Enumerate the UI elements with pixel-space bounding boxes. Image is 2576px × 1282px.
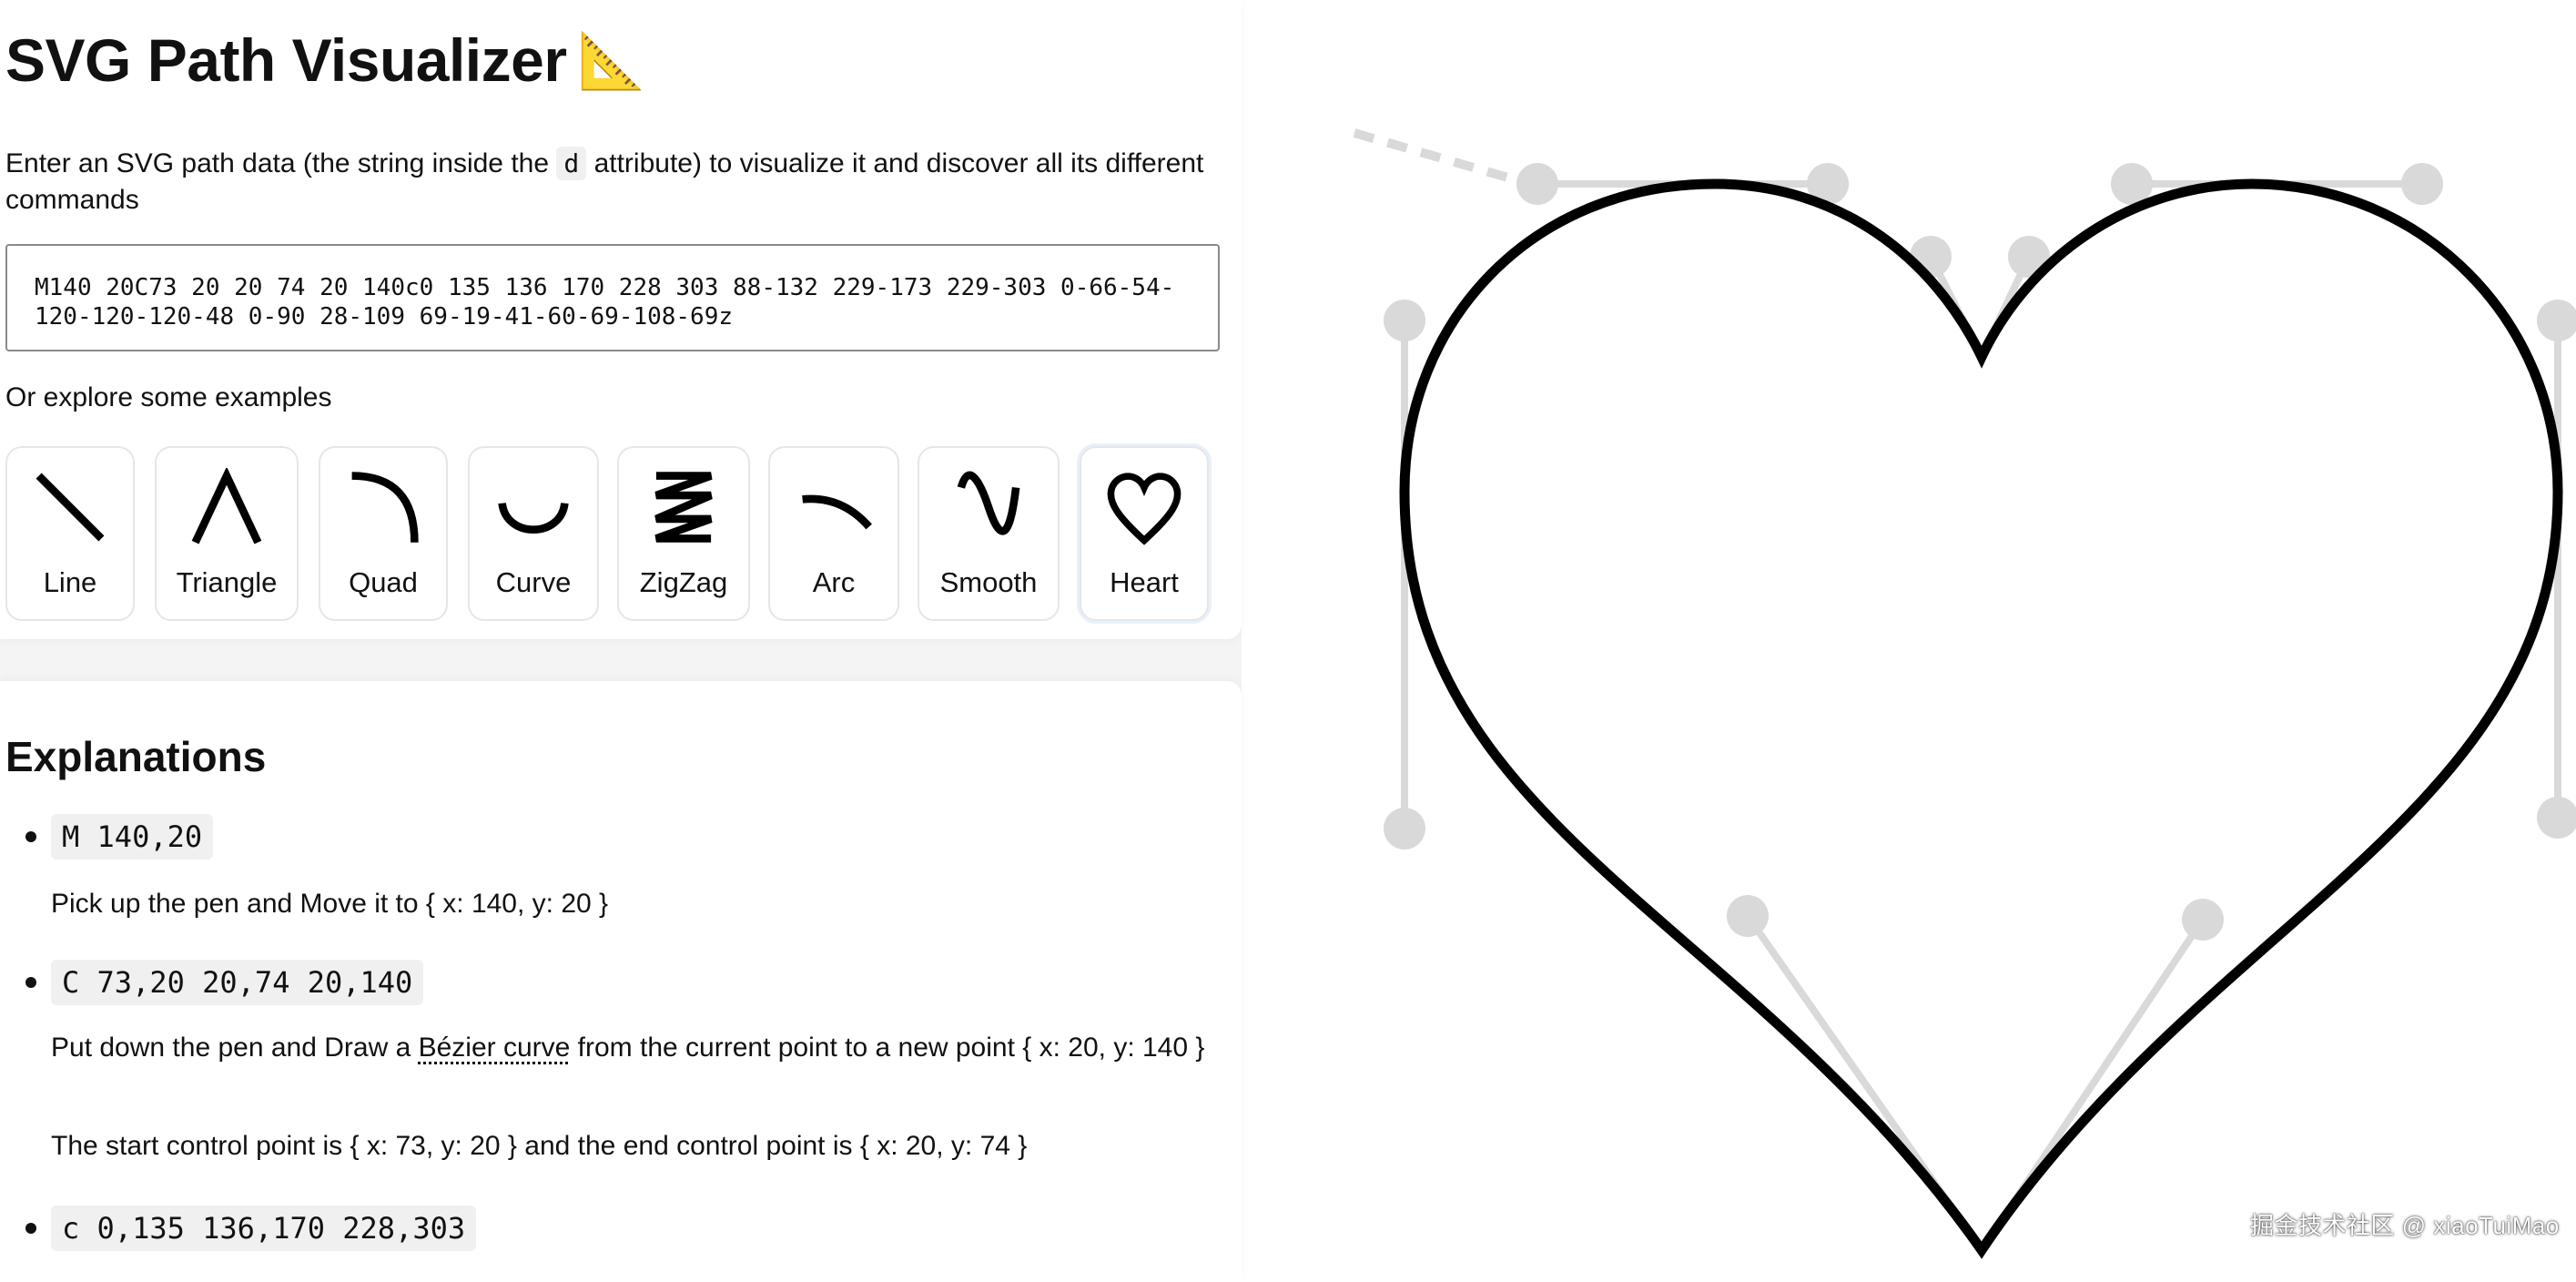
example-label: ZigZag bbox=[639, 566, 728, 598]
triangle-ruler-icon: 📐 bbox=[577, 29, 646, 91]
explanations-card: Explanations M 140,20 Pick up the pen an… bbox=[0, 681, 1242, 1282]
control-point bbox=[2182, 899, 2224, 941]
desc-before: Put down the pen and Draw a bbox=[51, 1033, 419, 1063]
example-label: Arc bbox=[812, 566, 856, 598]
control-point bbox=[2401, 163, 2443, 205]
command-description: Put down the pen and Draw a Bézier curve… bbox=[51, 1031, 1216, 1065]
quad-icon bbox=[351, 472, 419, 543]
zigzag-icon bbox=[654, 472, 713, 543]
control-point bbox=[1727, 895, 1769, 937]
example-smooth-button[interactable]: Smooth bbox=[918, 446, 1060, 621]
watermark-text: 掘金技术社区 @ xiaoTuiMao bbox=[2250, 1212, 2560, 1239]
intro-code: d bbox=[556, 147, 587, 180]
left-panel: SVG Path Visualizer 📐 Enter an SVG path … bbox=[0, 0, 1242, 1282]
list-item: c 0,135 136,170 228,303 bbox=[0, 1206, 477, 1251]
control-point bbox=[2537, 797, 2576, 839]
path-visualization bbox=[1353, 128, 2576, 1259]
bullet-icon bbox=[25, 831, 36, 842]
example-heart-button[interactable]: Heart bbox=[1080, 446, 1209, 621]
example-zigzag-button[interactable]: ZigZag bbox=[617, 446, 750, 621]
command-code: C 73,20 20,74 20,140 bbox=[51, 960, 424, 1005]
heart-icon bbox=[1107, 473, 1182, 545]
example-curve-button[interactable]: Curve bbox=[468, 446, 599, 621]
examples-label: Or explore some examples bbox=[5, 382, 332, 412]
control-lines bbox=[1401, 180, 2561, 1253]
triangle-icon bbox=[191, 468, 262, 544]
example-triangle-button[interactable]: Triangle bbox=[155, 446, 299, 621]
example-label: Line bbox=[43, 566, 97, 598]
example-quad-button[interactable]: Quad bbox=[319, 446, 448, 621]
command-description-2: The start control point is { x: 73, y: 2… bbox=[51, 1131, 1028, 1161]
page-title-text: SVG Path Visualizer bbox=[5, 26, 567, 94]
bullet-icon bbox=[25, 977, 36, 988]
arc-icon bbox=[802, 494, 872, 530]
control-point bbox=[1384, 300, 1425, 341]
bullet-icon bbox=[25, 1223, 36, 1234]
heart-path bbox=[1399, 178, 2563, 1259]
command-code: c 0,135 136,170 228,303 bbox=[51, 1206, 477, 1251]
bezier-curve-term[interactable]: Bézier curve bbox=[419, 1033, 571, 1063]
page-title: SVG Path Visualizer 📐 bbox=[5, 25, 645, 95]
example-label: Quad bbox=[349, 566, 418, 598]
control-point bbox=[1384, 808, 1425, 850]
desc-after: from the current point to a new point { … bbox=[570, 1033, 1205, 1063]
control-point bbox=[1516, 163, 1558, 205]
curve-icon bbox=[498, 502, 569, 534]
smooth-icon bbox=[957, 471, 1020, 535]
list-item: M 140,20 bbox=[0, 814, 214, 860]
example-label: Curve bbox=[495, 566, 572, 598]
example-label: Smooth bbox=[939, 566, 1038, 598]
dashed-guide-line bbox=[1353, 128, 1513, 183]
list-item: C 73,20 20,74 20,140 bbox=[0, 960, 424, 1005]
input-card: SVG Path Visualizer 📐 Enter an SVG path … bbox=[0, 0, 1242, 639]
intro-before: Enter an SVG path data (the string insid… bbox=[5, 148, 557, 178]
intro-text: Enter an SVG path data (the string insid… bbox=[5, 146, 1225, 219]
example-label: Heart bbox=[1110, 566, 1179, 598]
example-line-button[interactable]: Line bbox=[5, 446, 135, 621]
example-label: Triangle bbox=[176, 566, 278, 598]
command-code: M 140,20 bbox=[51, 814, 214, 860]
explanations-title: Explanations bbox=[5, 733, 267, 780]
path-data-input[interactable] bbox=[5, 244, 1220, 351]
example-arc-button[interactable]: Arc bbox=[768, 446, 899, 621]
command-description: Pick up the pen and Move it to { x: 140,… bbox=[51, 889, 609, 919]
line-icon bbox=[35, 473, 105, 542]
control-point bbox=[2537, 300, 2576, 341]
visualizer-canvas[interactable] bbox=[1242, 0, 2576, 1266]
